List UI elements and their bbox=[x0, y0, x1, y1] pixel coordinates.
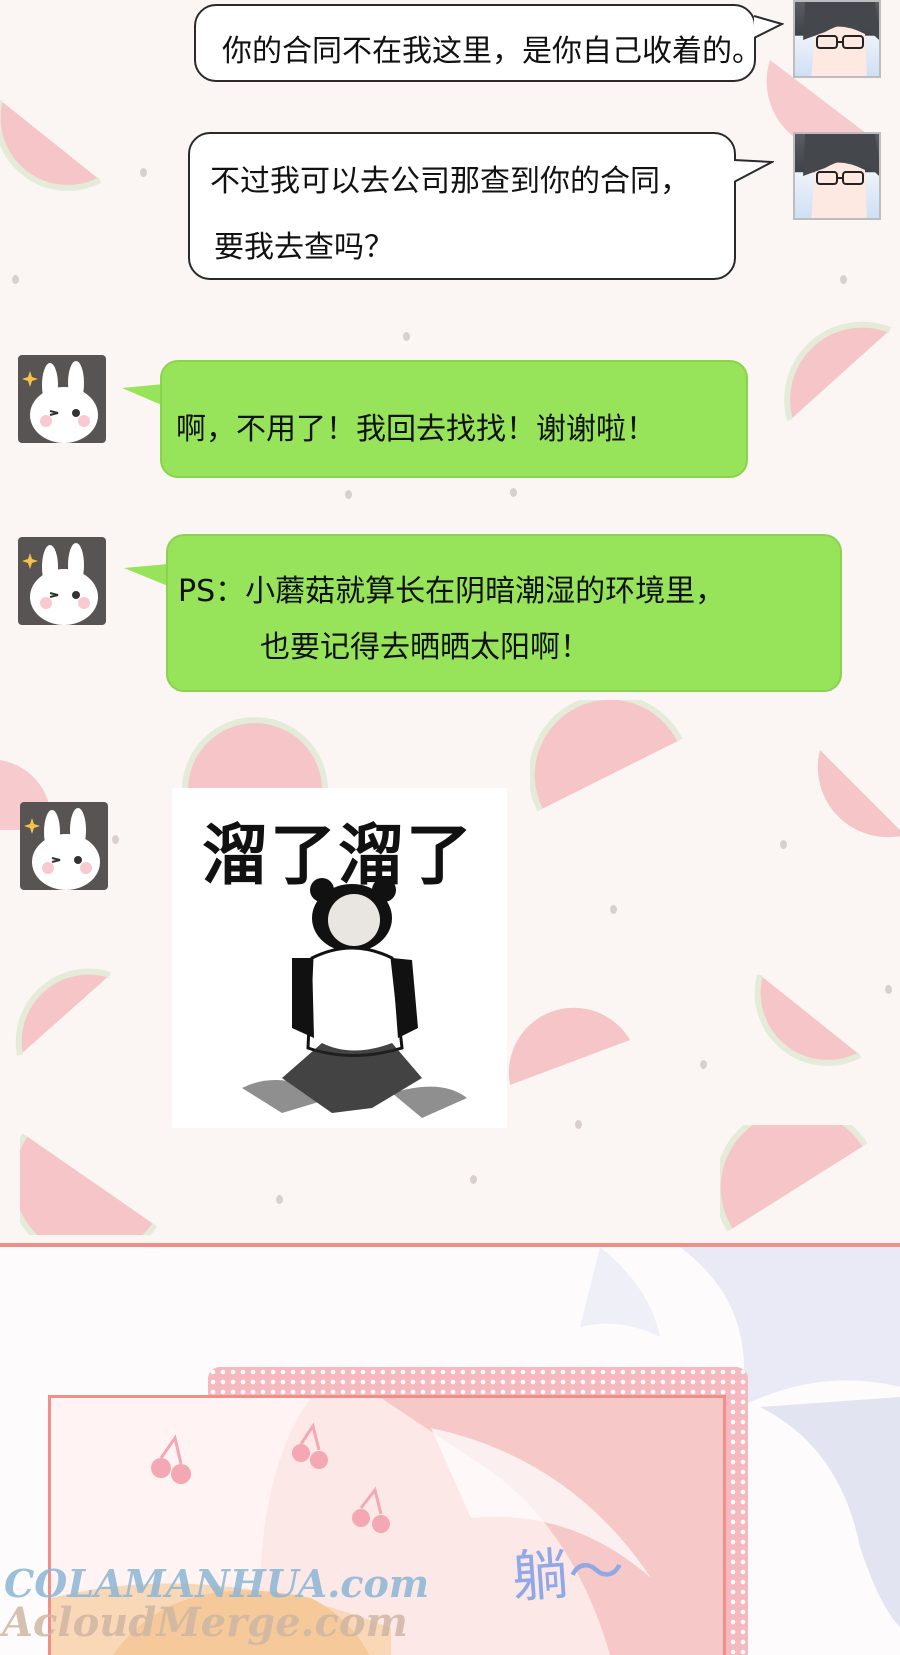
watermelon-decoration bbox=[817, 750, 900, 838]
bunny-avatar bbox=[18, 355, 106, 443]
message-text: 也要记得去晒晒太阳啊！ bbox=[260, 630, 590, 665]
seed-dot bbox=[470, 1175, 477, 1184]
seed-dot bbox=[700, 1060, 707, 1069]
seed-dot bbox=[12, 275, 19, 284]
message-bubble: 不过我可以去公司那查到你的合同， 要我去查吗？ bbox=[188, 132, 736, 280]
watermelon-decoration bbox=[784, 321, 892, 421]
panda-figure-icon bbox=[242, 878, 467, 1118]
watermelon-decoration bbox=[15, 968, 111, 1056]
seed-dot bbox=[610, 905, 617, 914]
seed-dot bbox=[140, 168, 147, 177]
chat-background: 你的合同不在我这里，是你自己收着的。 不过我可以去公司那查到你的合同， 要我去查… bbox=[0, 0, 900, 1243]
seed-dot bbox=[112, 835, 119, 844]
bunny-avatar bbox=[20, 802, 108, 890]
seed-dot bbox=[276, 1195, 283, 1204]
message-text: 你的合同不在我这里，是你自己收着的。 bbox=[222, 34, 762, 69]
bunny-avatar bbox=[18, 537, 106, 625]
message-bubble: 啊，不用了！我回去找找！谢谢啦！ bbox=[160, 360, 748, 478]
message-text: 要我去查吗？ bbox=[214, 230, 394, 265]
message-text: 不过我可以去公司那查到你的合同， bbox=[210, 164, 690, 199]
message-text: PS：小蘑菇就算长在阴暗潮湿的环境里， bbox=[178, 574, 726, 609]
watermelon-decoration bbox=[530, 700, 683, 812]
seed-dot bbox=[345, 490, 352, 499]
bubble-tail bbox=[734, 159, 774, 183]
watermelon-decoration bbox=[720, 1125, 868, 1232]
bubble-tail bbox=[124, 564, 168, 586]
seed-dot bbox=[885, 985, 892, 994]
message-bubble: PS：小蘑菇就算长在阴暗潮湿的环境里， 也要记得去晒晒太阳啊！ bbox=[166, 534, 842, 692]
man-with-glasses-avatar bbox=[793, 132, 881, 220]
message-bubble: 你的合同不在我这里，是你自己收着的。 bbox=[194, 4, 762, 82]
bubble-tail bbox=[754, 15, 784, 39]
seed-dot bbox=[403, 332, 410, 341]
manga-panel: 躺～ COLAMANHUA.com AcloudMerge.com bbox=[0, 1247, 900, 1655]
watermelon-decoration bbox=[182, 717, 328, 791]
watermelon-decoration bbox=[0, 100, 102, 191]
watermelon-decoration bbox=[508, 1007, 630, 1085]
watermelon-decoration bbox=[20, 1133, 158, 1235]
seed-dot bbox=[780, 840, 787, 849]
bubble-tail bbox=[122, 384, 164, 406]
site-watermark: AcloudMerge.com bbox=[2, 1599, 408, 1646]
panda-meme-sticker: 溜了溜了 bbox=[172, 788, 507, 1128]
seed-dot bbox=[840, 275, 847, 284]
seed-dot bbox=[575, 1120, 582, 1129]
sound-effect-text: 躺～ bbox=[510, 1538, 627, 1611]
man-with-glasses-avatar bbox=[793, 0, 881, 78]
watermelon-decoration bbox=[754, 974, 862, 1066]
message-text: 啊，不用了！我回去找找！谢谢啦！ bbox=[176, 412, 656, 447]
seed-dot bbox=[510, 488, 517, 497]
